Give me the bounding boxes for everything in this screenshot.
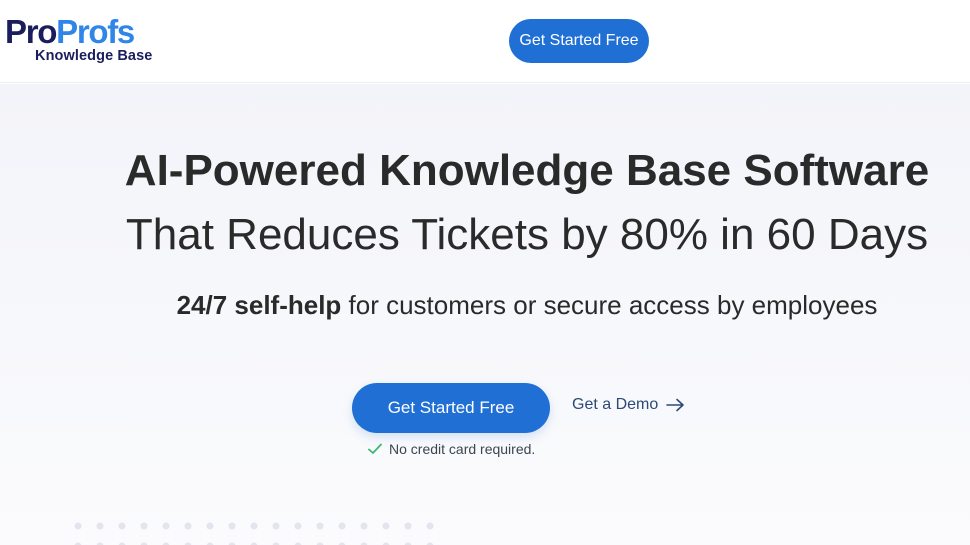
- hero-title-line2: That Reduces Tickets by 80% in 60 Days: [125, 210, 929, 259]
- hero-title-line1: AI-Powered Knowledge Base Software: [124, 146, 930, 195]
- logo-subtitle: Knowledge Base: [35, 48, 153, 64]
- note-text: No credit card required.: [389, 441, 536, 457]
- proprofs-logo[interactable]: ProProfs Knowledge Base: [5, 14, 165, 70]
- decorative-dot-grid: [67, 516, 437, 545]
- get-demo-label: Get a Demo: [572, 396, 659, 413]
- hero-subtitle-rest: for customers or secure access by employ…: [341, 290, 878, 320]
- hero-subtitle: 24/7 self-help for customers or secure a…: [0, 288, 970, 322]
- arrow-right-icon: [666, 398, 685, 412]
- header-get-started-button[interactable]: Get Started Free: [509, 19, 649, 63]
- page: ProProfs Knowledge Base Get Started Free…: [0, 0, 970, 545]
- logo-pro: Pro: [5, 13, 57, 50]
- site-header: ProProfs Knowledge Base Get Started Free: [0, 0, 970, 83]
- logo-profs: Profs: [56, 13, 135, 50]
- get-demo-link[interactable]: Get a Demo: [572, 393, 686, 417]
- hero-section: AI-Powered Knowledge Base Software That …: [0, 84, 970, 545]
- hero-get-started-button[interactable]: Get Started Free: [352, 383, 550, 433]
- logo-wordmark: ProProfs: [5, 13, 135, 50]
- check-icon: [368, 443, 382, 454]
- hero-subtitle-bold: 24/7 self-help: [176, 290, 342, 320]
- no-credit-card-note: No credit card required.: [367, 439, 535, 459]
